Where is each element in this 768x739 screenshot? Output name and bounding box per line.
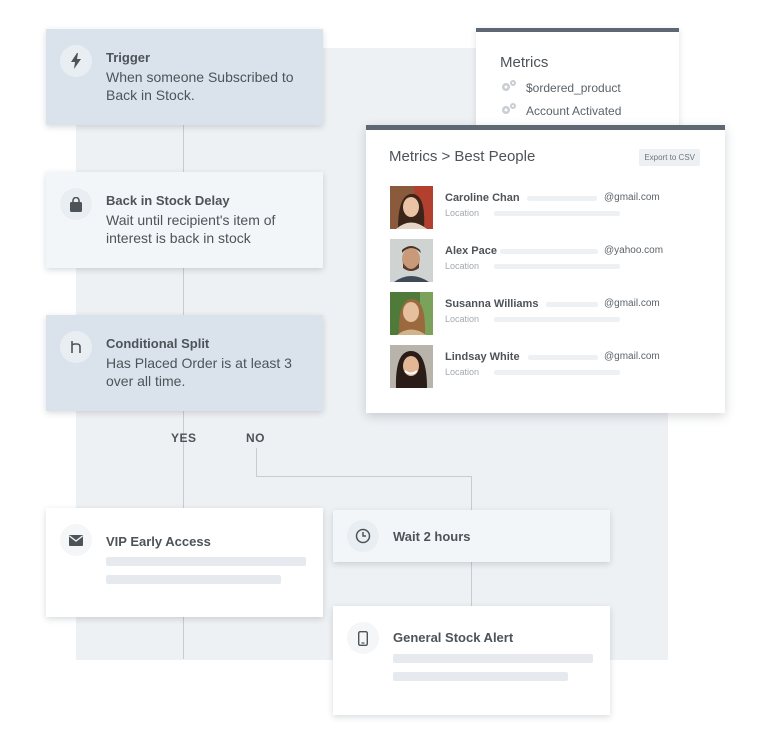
connector-line	[471, 562, 472, 606]
avatar	[390, 186, 433, 229]
person-location: Location	[445, 367, 480, 377]
placeholder-line	[106, 557, 306, 566]
alert-title: General Stock Alert	[393, 630, 514, 645]
avatar	[390, 292, 433, 335]
phone-icon	[347, 622, 379, 654]
person-name: Lindsay White	[445, 351, 520, 363]
placeholder-line	[494, 317, 620, 322]
clock-icon	[347, 520, 379, 552]
person-name: Susanna Williams	[445, 298, 539, 310]
placeholder-line	[500, 249, 598, 254]
shopping-bag-icon	[60, 188, 92, 220]
split-icon	[60, 331, 92, 363]
metrics-title: Metrics	[500, 54, 549, 71]
split-card[interactable]: Conditional Split Has Placed Order is at…	[46, 315, 323, 411]
wait-card[interactable]: Wait 2 hours	[333, 510, 610, 562]
placeholder-line	[393, 654, 593, 663]
person-row[interactable]: Susanna Williams @gmail.com Location	[390, 292, 710, 336]
placeholder-line	[106, 575, 281, 584]
gears-icon	[500, 79, 518, 98]
best-people-panel: Metrics > Best People Export to CSV Caro…	[366, 125, 725, 413]
delay-body: Wait until recipient's item of interest …	[106, 212, 276, 246]
trigger-card[interactable]: Trigger When someone Subscribed to Back …	[46, 29, 323, 125]
delay-card[interactable]: Back in Stock Delay Wait until recipient…	[46, 172, 323, 268]
gears-icon	[500, 102, 518, 121]
split-body: Has Placed Order is at least 3 over all …	[106, 355, 292, 389]
person-email: @yahoo.com	[604, 245, 664, 256]
placeholder-line	[546, 302, 598, 307]
vip-email-card[interactable]: VIP Early Access	[46, 508, 323, 617]
person-email: @gmail.com	[604, 298, 660, 309]
connector-line	[183, 411, 184, 508]
wait-title: Wait 2 hours	[393, 529, 471, 544]
placeholder-line	[393, 672, 568, 681]
placeholder-line	[494, 264, 620, 269]
vip-title: VIP Early Access	[106, 534, 211, 549]
no-branch-label: NO	[246, 431, 265, 445]
metric-item[interactable]: Account Activated	[500, 102, 622, 121]
connector-line	[183, 125, 184, 172]
person-row[interactable]: Caroline Chan @gmail.com Location	[390, 186, 710, 230]
person-email: @gmail.com	[604, 351, 660, 362]
mail-icon	[60, 524, 92, 556]
people-title: Metrics > Best People	[389, 148, 536, 165]
person-email: @gmail.com	[604, 192, 660, 203]
person-name: Caroline Chan	[445, 192, 520, 204]
placeholder-line	[494, 211, 620, 216]
connector-line	[471, 476, 472, 510]
metric-item[interactable]: $ordered_product	[500, 79, 621, 98]
metrics-panel: Metrics $ordered_product Account Activat…	[476, 28, 679, 132]
metric-label: $ordered_product	[526, 81, 621, 95]
person-location: Location	[445, 208, 480, 218]
split-title: Conditional Split	[106, 336, 210, 351]
export-csv-button[interactable]: Export to CSV	[639, 149, 700, 166]
person-location: Location	[445, 314, 480, 324]
person-name: Alex Pace	[445, 245, 497, 257]
connector-line	[183, 268, 184, 315]
person-row[interactable]: Lindsay White @gmail.com Location	[390, 345, 710, 389]
placeholder-line	[527, 196, 597, 201]
yes-branch-label: YES	[171, 431, 197, 445]
trigger-body: When someone Subscribed to Back in Stock…	[106, 69, 294, 103]
connector-line	[256, 448, 257, 476]
delay-title: Back in Stock Delay	[106, 193, 230, 208]
person-row[interactable]: Alex Pace @yahoo.com Location	[390, 239, 710, 283]
sms-alert-card[interactable]: General Stock Alert	[333, 606, 610, 715]
connector-line	[183, 617, 184, 659]
metric-label: Account Activated	[526, 104, 622, 118]
placeholder-line	[494, 370, 620, 375]
placeholder-line	[528, 355, 598, 360]
avatar	[390, 345, 433, 388]
person-location: Location	[445, 261, 480, 271]
avatar	[390, 239, 433, 282]
connector-line	[256, 476, 472, 477]
lightning-icon	[60, 45, 92, 77]
trigger-title: Trigger	[106, 50, 151, 65]
